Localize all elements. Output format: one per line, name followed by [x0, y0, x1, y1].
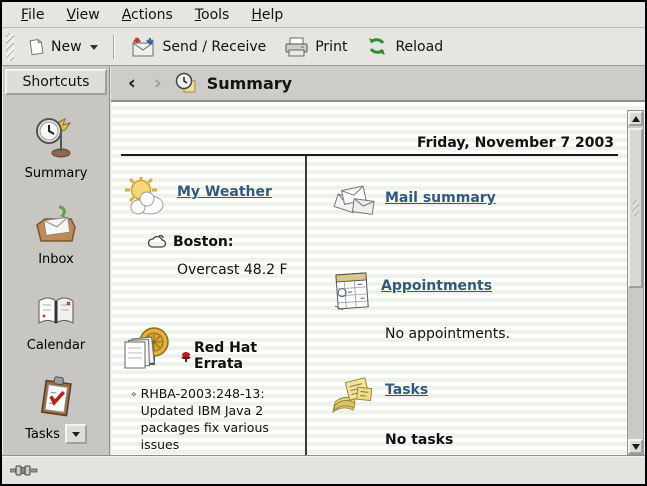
tasks-icon	[33, 373, 79, 419]
errata-title: Red Hat Errata	[194, 340, 305, 372]
appointments-link[interactable]: Appointments	[381, 278, 492, 294]
send-receive-icon	[130, 35, 157, 59]
forward-button[interactable]	[149, 74, 167, 93]
toolbar-grip[interactable]	[6, 33, 14, 61]
cloud-icon	[147, 235, 167, 249]
view-header: Summary	[111, 66, 645, 102]
vertical-scrollbar[interactable]	[627, 110, 644, 455]
errata-section: Red Hat Errata RHBA-2003:248-13: Updated…	[121, 326, 305, 456]
scrollbar-thumb[interactable]	[628, 128, 643, 288]
menu-file[interactable]: File	[10, 4, 55, 26]
reload-icon	[365, 36, 389, 58]
toolbar-separator	[113, 35, 115, 59]
main-view: Summary Friday, November 7 2003	[111, 66, 645, 456]
chevron-down-icon	[90, 45, 98, 50]
red-hat-icon	[181, 350, 191, 362]
menu-help[interactable]: Help	[240, 4, 294, 26]
my-weather-link[interactable]: My Weather	[177, 184, 272, 200]
weather-section: My Weather	[121, 174, 305, 222]
print-button[interactable]: Print	[275, 32, 356, 62]
tasks-section: Tasks No tasks	[329, 372, 618, 448]
weather-condition: Overcast 48.2 F	[177, 262, 305, 278]
statusbar	[2, 456, 645, 484]
print-icon	[284, 36, 309, 58]
errata-item[interactable]: RHBA-2003:248-13: Updated IBM Java 2 pac…	[131, 386, 307, 454]
send-receive-label: Send / Receive	[163, 39, 267, 55]
sidebar-item-label: Tasks	[25, 427, 60, 442]
shortcuts-group-button[interactable]: Shortcuts	[5, 69, 107, 95]
scroll-up-button[interactable]	[628, 111, 643, 126]
new-button-label: New	[51, 39, 82, 55]
sidebar-item-label: Inbox	[38, 252, 74, 267]
scroll-down-button[interactable]	[628, 439, 643, 454]
shortcut-bar: Shortcuts Summary	[2, 66, 110, 456]
appointments-section: Appointments No appointments.	[329, 268, 618, 342]
weather-location: Boston:	[173, 234, 234, 250]
tasks-empty: No tasks	[385, 432, 618, 448]
evolution-window: File View Actions Tools Help New	[0, 0, 647, 486]
summary-content: Friday, November 7 2003	[111, 102, 645, 456]
back-button[interactable]	[123, 74, 141, 93]
reload-label: Reload	[395, 39, 443, 55]
errata-icon	[121, 326, 173, 376]
mail-summary-section: Mail summary	[329, 180, 618, 224]
view-title: Summary	[207, 74, 292, 93]
mail-summary-icon	[329, 180, 377, 224]
shortcuts-label: Shortcuts	[23, 74, 90, 90]
menu-tools[interactable]: Tools	[184, 4, 241, 26]
arrow-up-icon	[632, 116, 640, 122]
shortcut-scroll-down-button[interactable]	[65, 424, 87, 444]
calendar-icon	[33, 287, 79, 333]
summary-small-icon	[175, 72, 197, 94]
appointments-empty: No appointments.	[385, 326, 618, 342]
chevron-down-icon	[72, 432, 80, 437]
new-button[interactable]: New	[18, 34, 107, 60]
reload-button[interactable]: Reload	[356, 32, 452, 62]
sidebar-item-label: Calendar	[27, 338, 85, 353]
tasks-link[interactable]: Tasks	[385, 382, 428, 398]
errata-list: RHBA-2003:248-13: Updated IBM Java 2 pac…	[131, 386, 307, 456]
inbox-icon	[33, 201, 79, 247]
left-column: My Weather Boston: Overcast 48.2	[121, 156, 305, 456]
tasks-notes-icon	[329, 372, 377, 418]
sidebar-item-label: Summary	[25, 166, 88, 181]
current-date: Friday, November 7 2003	[121, 135, 618, 151]
appointments-icon	[329, 268, 373, 312]
mail-summary-link[interactable]: Mail summary	[385, 190, 496, 206]
sidebar-item-inbox[interactable]: Inbox	[3, 201, 109, 267]
right-column: Mail summary	[305, 156, 618, 456]
send-receive-button[interactable]: Send / Receive	[121, 31, 276, 63]
online-status-icon[interactable]	[10, 464, 40, 477]
sidebar-item-tasks[interactable]: Tasks	[3, 373, 109, 444]
menu-actions[interactable]: Actions	[111, 4, 184, 26]
toolbar: New Send / Receive	[2, 29, 645, 66]
arrow-down-icon	[632, 444, 640, 450]
menubar: File View Actions Tools Help	[2, 2, 645, 28]
menu-view[interactable]: View	[55, 4, 110, 26]
print-label: Print	[315, 39, 347, 55]
new-document-icon	[27, 38, 45, 56]
sidebar-item-calendar[interactable]: Calendar	[3, 287, 109, 353]
weather-icon	[121, 174, 169, 222]
summary-icon	[33, 115, 79, 161]
sidebar-item-summary[interactable]: Summary	[3, 115, 109, 181]
